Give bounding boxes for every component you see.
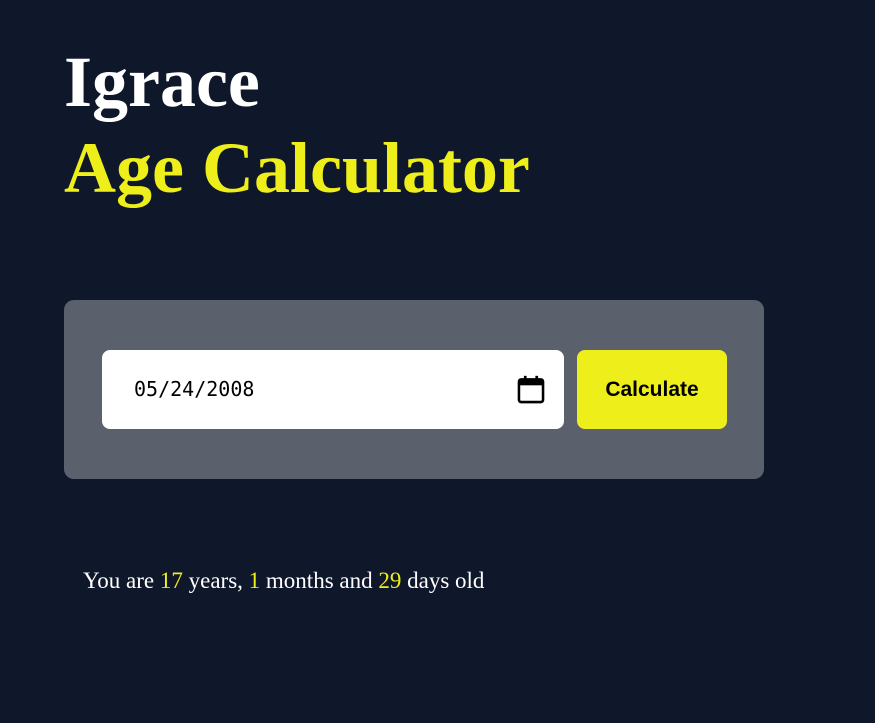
days-value: 29 <box>378 568 402 593</box>
result-prefix: You are <box>83 568 155 593</box>
calendar-icon[interactable] <box>514 373 548 407</box>
months-label: months and <box>265 568 373 593</box>
days-label: days old <box>407 568 485 593</box>
years-value: 17 <box>159 568 183 593</box>
age-result: You are 17 years, 1 months and 29 days o… <box>83 566 484 596</box>
calculator-panel: 05/24/2008 Calculate <box>64 300 764 479</box>
page-title: Age Calculator <box>64 128 530 208</box>
calculate-button[interactable]: Calculate <box>577 350 727 429</box>
brand-title: Igrace <box>64 42 260 122</box>
years-label: years, <box>188 568 243 593</box>
birthdate-value[interactable]: 05/24/2008 <box>134 376 254 402</box>
months-value: 1 <box>248 568 261 593</box>
birthdate-input[interactable]: 05/24/2008 <box>102 350 564 429</box>
